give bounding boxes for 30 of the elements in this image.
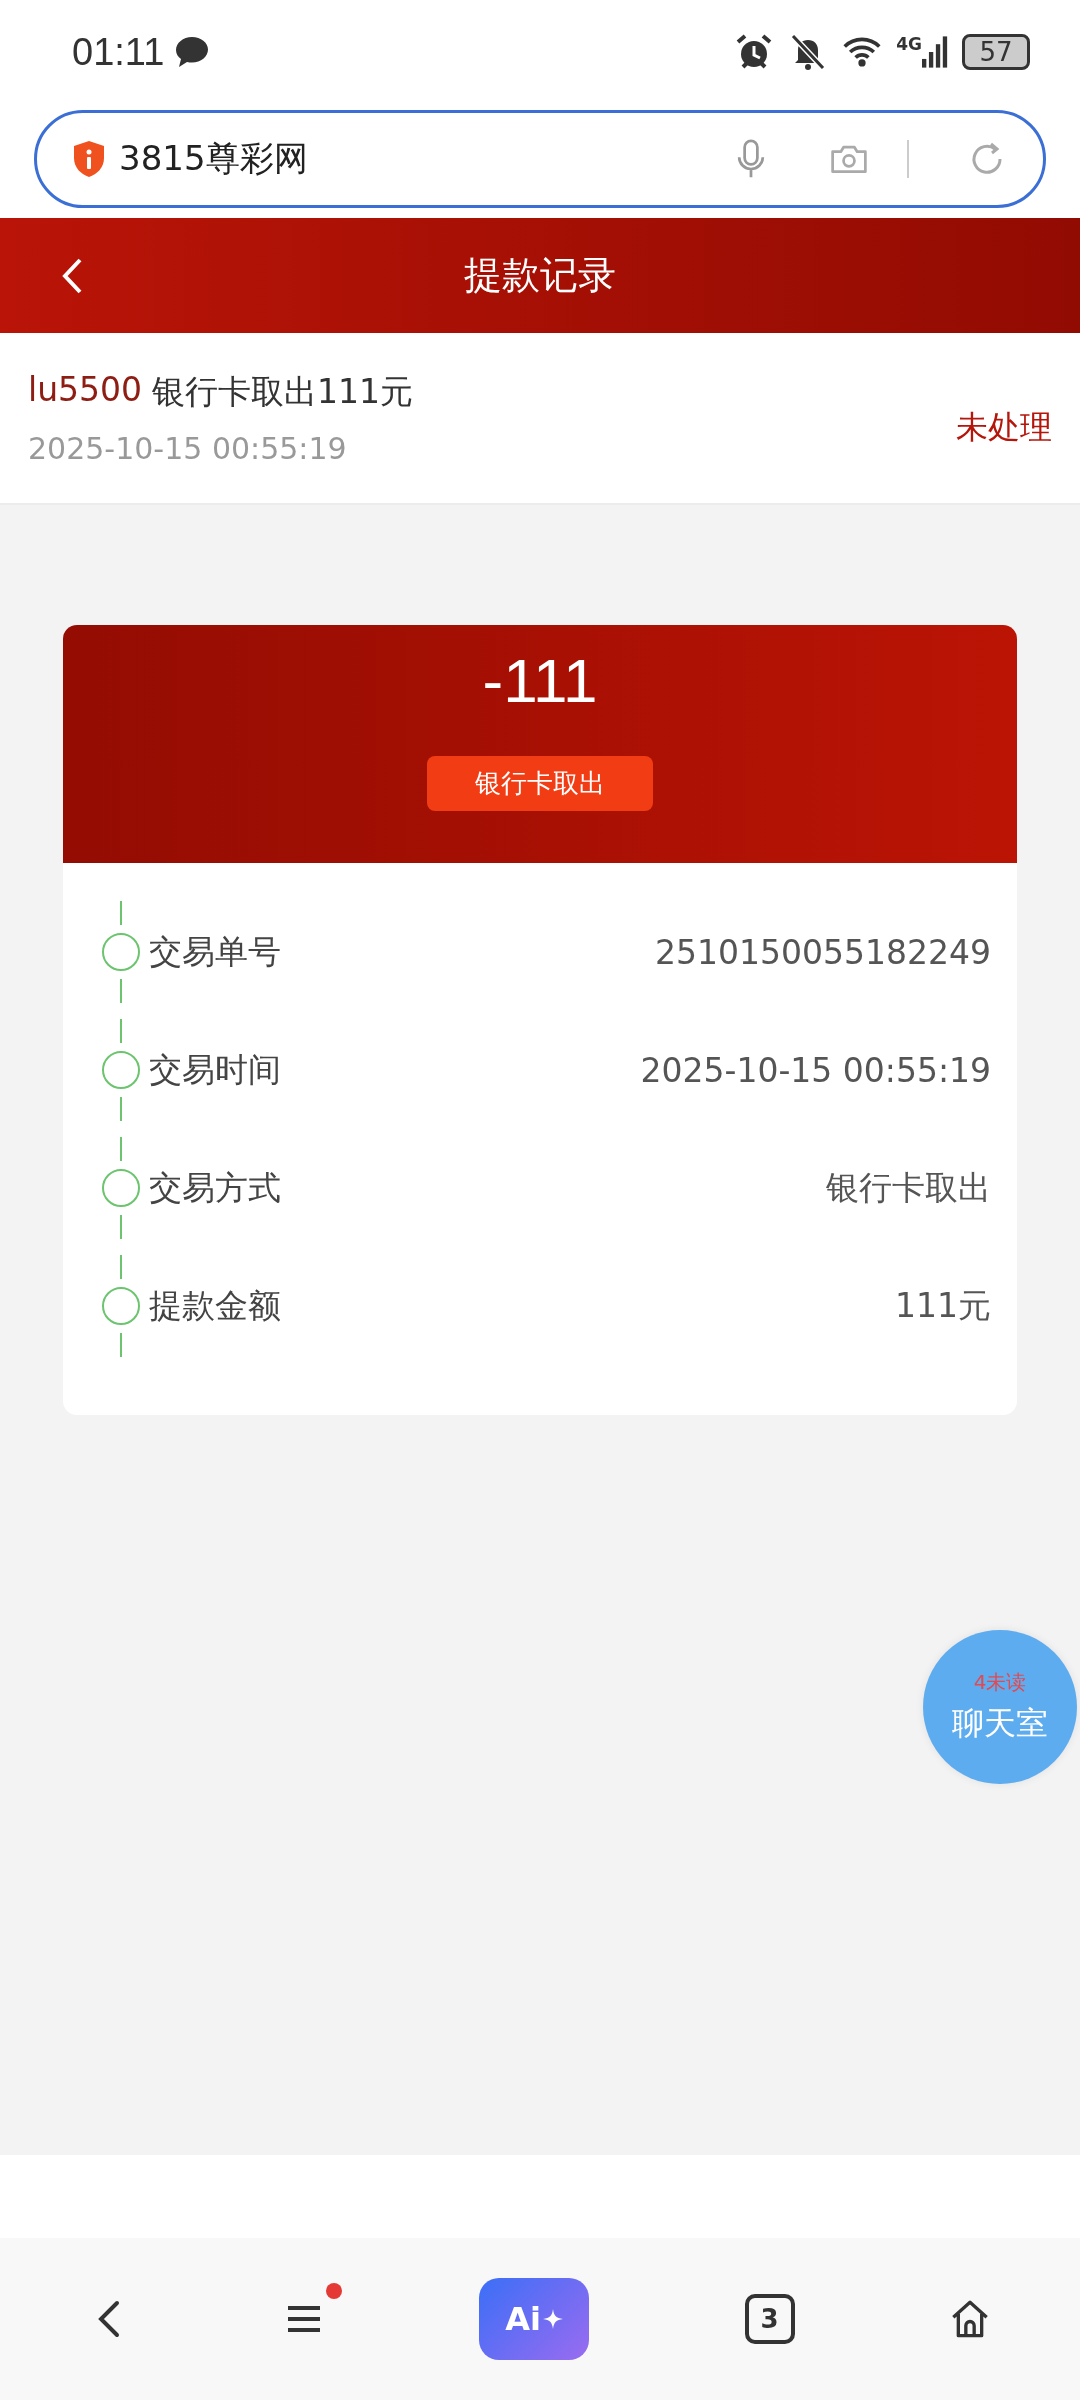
back-icon[interactable] xyxy=(60,256,84,296)
page-title: 提款记录 xyxy=(464,252,616,299)
detail-label: 交易时间 xyxy=(149,1048,281,1091)
record-description: 银行卡取出111元 xyxy=(152,371,414,413)
detail-value: 银行卡取出 xyxy=(826,1166,991,1209)
timeline-circle-icon xyxy=(102,1169,140,1207)
timeline-circle-icon xyxy=(102,933,140,971)
timeline-circle-icon xyxy=(102,1051,140,1089)
detail-value: 2025-10-15 00:55:19 xyxy=(640,1050,991,1090)
battery-indicator: 57 xyxy=(962,34,1030,70)
username: lu5500 xyxy=(28,370,143,411)
method-tag: 银行卡取出 xyxy=(427,756,653,811)
clock-time: 01:11 xyxy=(72,30,165,74)
record-time: 2025-10-15 00:55:19 xyxy=(28,431,348,466)
detail-label: 提款金额 xyxy=(149,1284,281,1327)
detail-value: 111元 xyxy=(895,1284,991,1327)
signal-icon xyxy=(922,34,948,70)
sparkle-icon xyxy=(542,2309,563,2329)
network-type: 4G xyxy=(896,34,922,54)
detail-label: 交易单号 xyxy=(149,930,281,973)
record-status: 未处理 xyxy=(956,407,1052,448)
ai-button[interactable]: Ai xyxy=(479,2278,589,2360)
detail-value: 2510150055182249 xyxy=(655,932,991,972)
address-bar[interactable]: 3815尊彩网 xyxy=(34,110,1046,208)
chat-bubble-icon xyxy=(174,35,211,69)
detail-label: 交易方式 xyxy=(149,1166,281,1209)
amount-text: -111 xyxy=(482,645,598,716)
tab-count-button[interactable]: 3 xyxy=(744,2294,795,2344)
timeline-circle-icon xyxy=(102,1287,140,1325)
shield-icon xyxy=(71,139,107,179)
